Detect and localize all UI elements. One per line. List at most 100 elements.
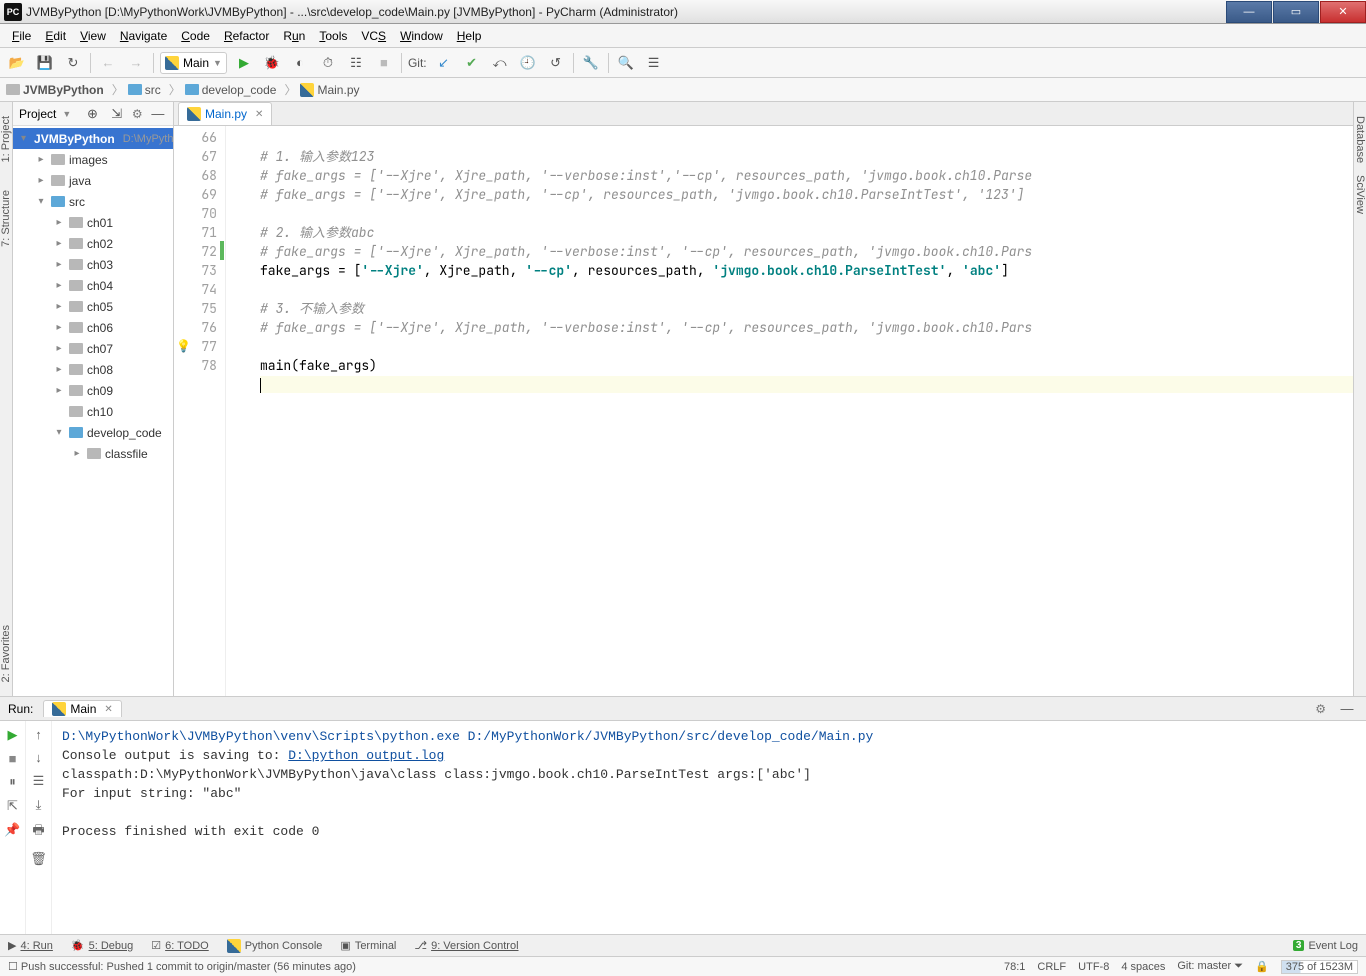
settings-icon[interactable]: 🔧 [580,52,602,74]
crumb-root[interactable]: JVMByPython [6,83,108,97]
line-separator[interactable]: CRLF [1037,961,1066,973]
tree-root[interactable]: ▾JVMByPythonD:\MyPythonWork\JVMByPython [13,128,173,149]
menu-window[interactable]: Window [394,27,449,45]
tree-ch09[interactable]: ▸ch09 [13,380,173,401]
tab-event-log[interactable]: 3 Event Log [1293,940,1358,952]
intention-bulb-icon[interactable]: 💡 [176,337,191,356]
tool-project[interactable]: 1: Project [0,110,12,168]
hide-icon[interactable]: — [149,103,167,125]
save-icon[interactable]: 💾 [34,52,56,74]
tree-ch02[interactable]: ▸ch02 [13,233,173,254]
tree-ch08[interactable]: ▸ch08 [13,359,173,380]
git-branch[interactable]: Git: master ⏷ [1177,960,1243,973]
trash-icon[interactable]: 🗑 [30,851,47,867]
memory-indicator[interactable]: 375 of 1523M [1281,960,1358,974]
debug-icon[interactable]: 🐞 [261,52,283,74]
sync-icon[interactable]: ↻ [62,52,84,74]
menu-refactor[interactable]: Refactor [218,27,275,45]
pause-icon[interactable]: ⏸ [9,774,16,790]
locate-icon[interactable]: ⊕ [83,103,101,125]
tree-develop-code[interactable]: ▾develop_code [13,422,173,443]
menu-file[interactable]: File [6,27,37,45]
menu-code[interactable]: Code [175,27,216,45]
search-icon[interactable]: 🔍 [615,52,637,74]
tree-images[interactable]: ▸images [13,149,173,170]
close-tab-icon[interactable]: ✕ [104,704,112,715]
maximize-button[interactable]: ▭ [1273,1,1319,23]
vcs-update-icon[interactable]: ↙ [433,52,455,74]
project-tree[interactable]: ▾JVMByPythonD:\MyPythonWork\JVMByPython … [13,126,173,696]
tree-ch07[interactable]: ▸ch07 [13,338,173,359]
console-output[interactable]: D:\MyPythonWork\JVMByPython\venv\Scripts… [52,721,1366,934]
expand-icon[interactable]: ⇲ [108,103,126,125]
menu-navigate[interactable]: Navigate [114,27,173,45]
file-encoding[interactable]: UTF-8 [1078,961,1109,973]
gear-icon[interactable]: ⚙ [1315,702,1326,716]
tab-debug[interactable]: 🐞 5: Debug [71,939,133,952]
menu-edit[interactable]: Edit [39,27,72,45]
rerun-icon[interactable]: ▶ [8,727,18,743]
indent-settings[interactable]: 4 spaces [1121,961,1165,973]
run-config-selector[interactable]: Main ▼ [160,52,227,74]
tree-ch10[interactable]: ch10 [13,401,173,422]
gear-icon[interactable]: ⚙ [132,107,143,121]
scroll-icon[interactable]: ⤓ [36,797,42,813]
stop-icon[interactable]: ■ [373,52,395,74]
tree-ch06[interactable]: ▸ch06 [13,317,173,338]
tree-java[interactable]: ▸java [13,170,173,191]
hide-icon[interactable]: — [1336,698,1358,720]
tree-ch01[interactable]: ▸ch01 [13,212,173,233]
wrap-icon[interactable]: ☰ [33,773,45,789]
code-body[interactable]: # 1. 输入参数123 # fake_args = ['--Xjre', Xj… [226,126,1353,696]
tree-src[interactable]: ▾src [13,191,173,212]
tree-ch04[interactable]: ▸ch04 [13,275,173,296]
tab-terminal[interactable]: ▣ Terminal [340,939,396,952]
lock-icon[interactable]: 🔒 [1255,960,1269,973]
vcs-compare-icon[interactable]: ⤺ [489,52,511,74]
menu-view[interactable]: View [74,27,112,45]
back-icon[interactable]: ← [97,52,119,74]
tree-ch03[interactable]: ▸ch03 [13,254,173,275]
menu-help[interactable]: Help [451,27,488,45]
tree-ch05[interactable]: ▸ch05 [13,296,173,317]
print-icon[interactable]: 🖶 [32,821,44,843]
crumb-file[interactable]: Main.py [300,83,363,97]
profile-icon[interactable]: ⏱ [317,52,339,74]
tool-favorites[interactable]: 2: Favorites [0,619,12,688]
code-editor[interactable]: 💡 66676869707172737475767778 # 1. 输入参数12… [174,126,1353,696]
chevron-down-icon[interactable]: ▼ [62,109,71,119]
vcs-commit-icon[interactable]: ✔ [461,52,483,74]
run-tab-main[interactable]: Main ✕ [43,700,121,717]
up-icon[interactable]: ↑ [35,727,42,742]
tool-sciview[interactable]: SciView [1354,169,1366,220]
stop-icon[interactable]: ■ [9,751,17,766]
menu-tools[interactable]: Tools [313,27,353,45]
minimize-button[interactable]: — [1226,1,1272,23]
tree-classfile[interactable]: ▸classfile [13,443,173,464]
output-log-link[interactable]: D:\python output.log [288,748,444,763]
menu-vcs[interactable]: VCS [355,27,392,45]
tab-python-console[interactable]: Python Console [227,939,323,953]
forward-icon[interactable]: → [125,52,147,74]
tab-todo[interactable]: ☑ 6: TODO [151,939,208,952]
open-icon[interactable]: 📂 [6,52,28,74]
close-button[interactable]: ✕ [1320,1,1366,23]
concurrency-icon[interactable]: ☷ [345,52,367,74]
crumb-src[interactable]: src [128,83,165,97]
crumb-develop-code[interactable]: develop_code [185,83,281,97]
tab-run[interactable]: ▶ 4: Run [8,939,53,952]
menu-run[interactable]: Run [277,27,311,45]
exit-icon[interactable]: ⇱ [7,798,18,814]
run-icon[interactable]: ▶ [233,52,255,74]
pin-icon[interactable]: 📌 [4,822,20,838]
coverage-icon[interactable]: ◐ [289,52,311,74]
structure-popup-icon[interactable]: ☰ [643,52,665,74]
tab-main-py[interactable]: Main.py ✕ [178,102,272,125]
close-tab-icon[interactable]: ✕ [255,109,263,120]
vcs-revert-icon[interactable]: ↺ [545,52,567,74]
down-icon[interactable]: ↓ [35,750,42,765]
tool-database[interactable]: Database [1354,110,1366,169]
tab-version-control[interactable]: ⎇ 9: Version Control [414,939,518,952]
tool-structure[interactable]: 7: Structure [0,184,12,253]
vcs-history-icon[interactable]: 🕘 [517,52,539,74]
